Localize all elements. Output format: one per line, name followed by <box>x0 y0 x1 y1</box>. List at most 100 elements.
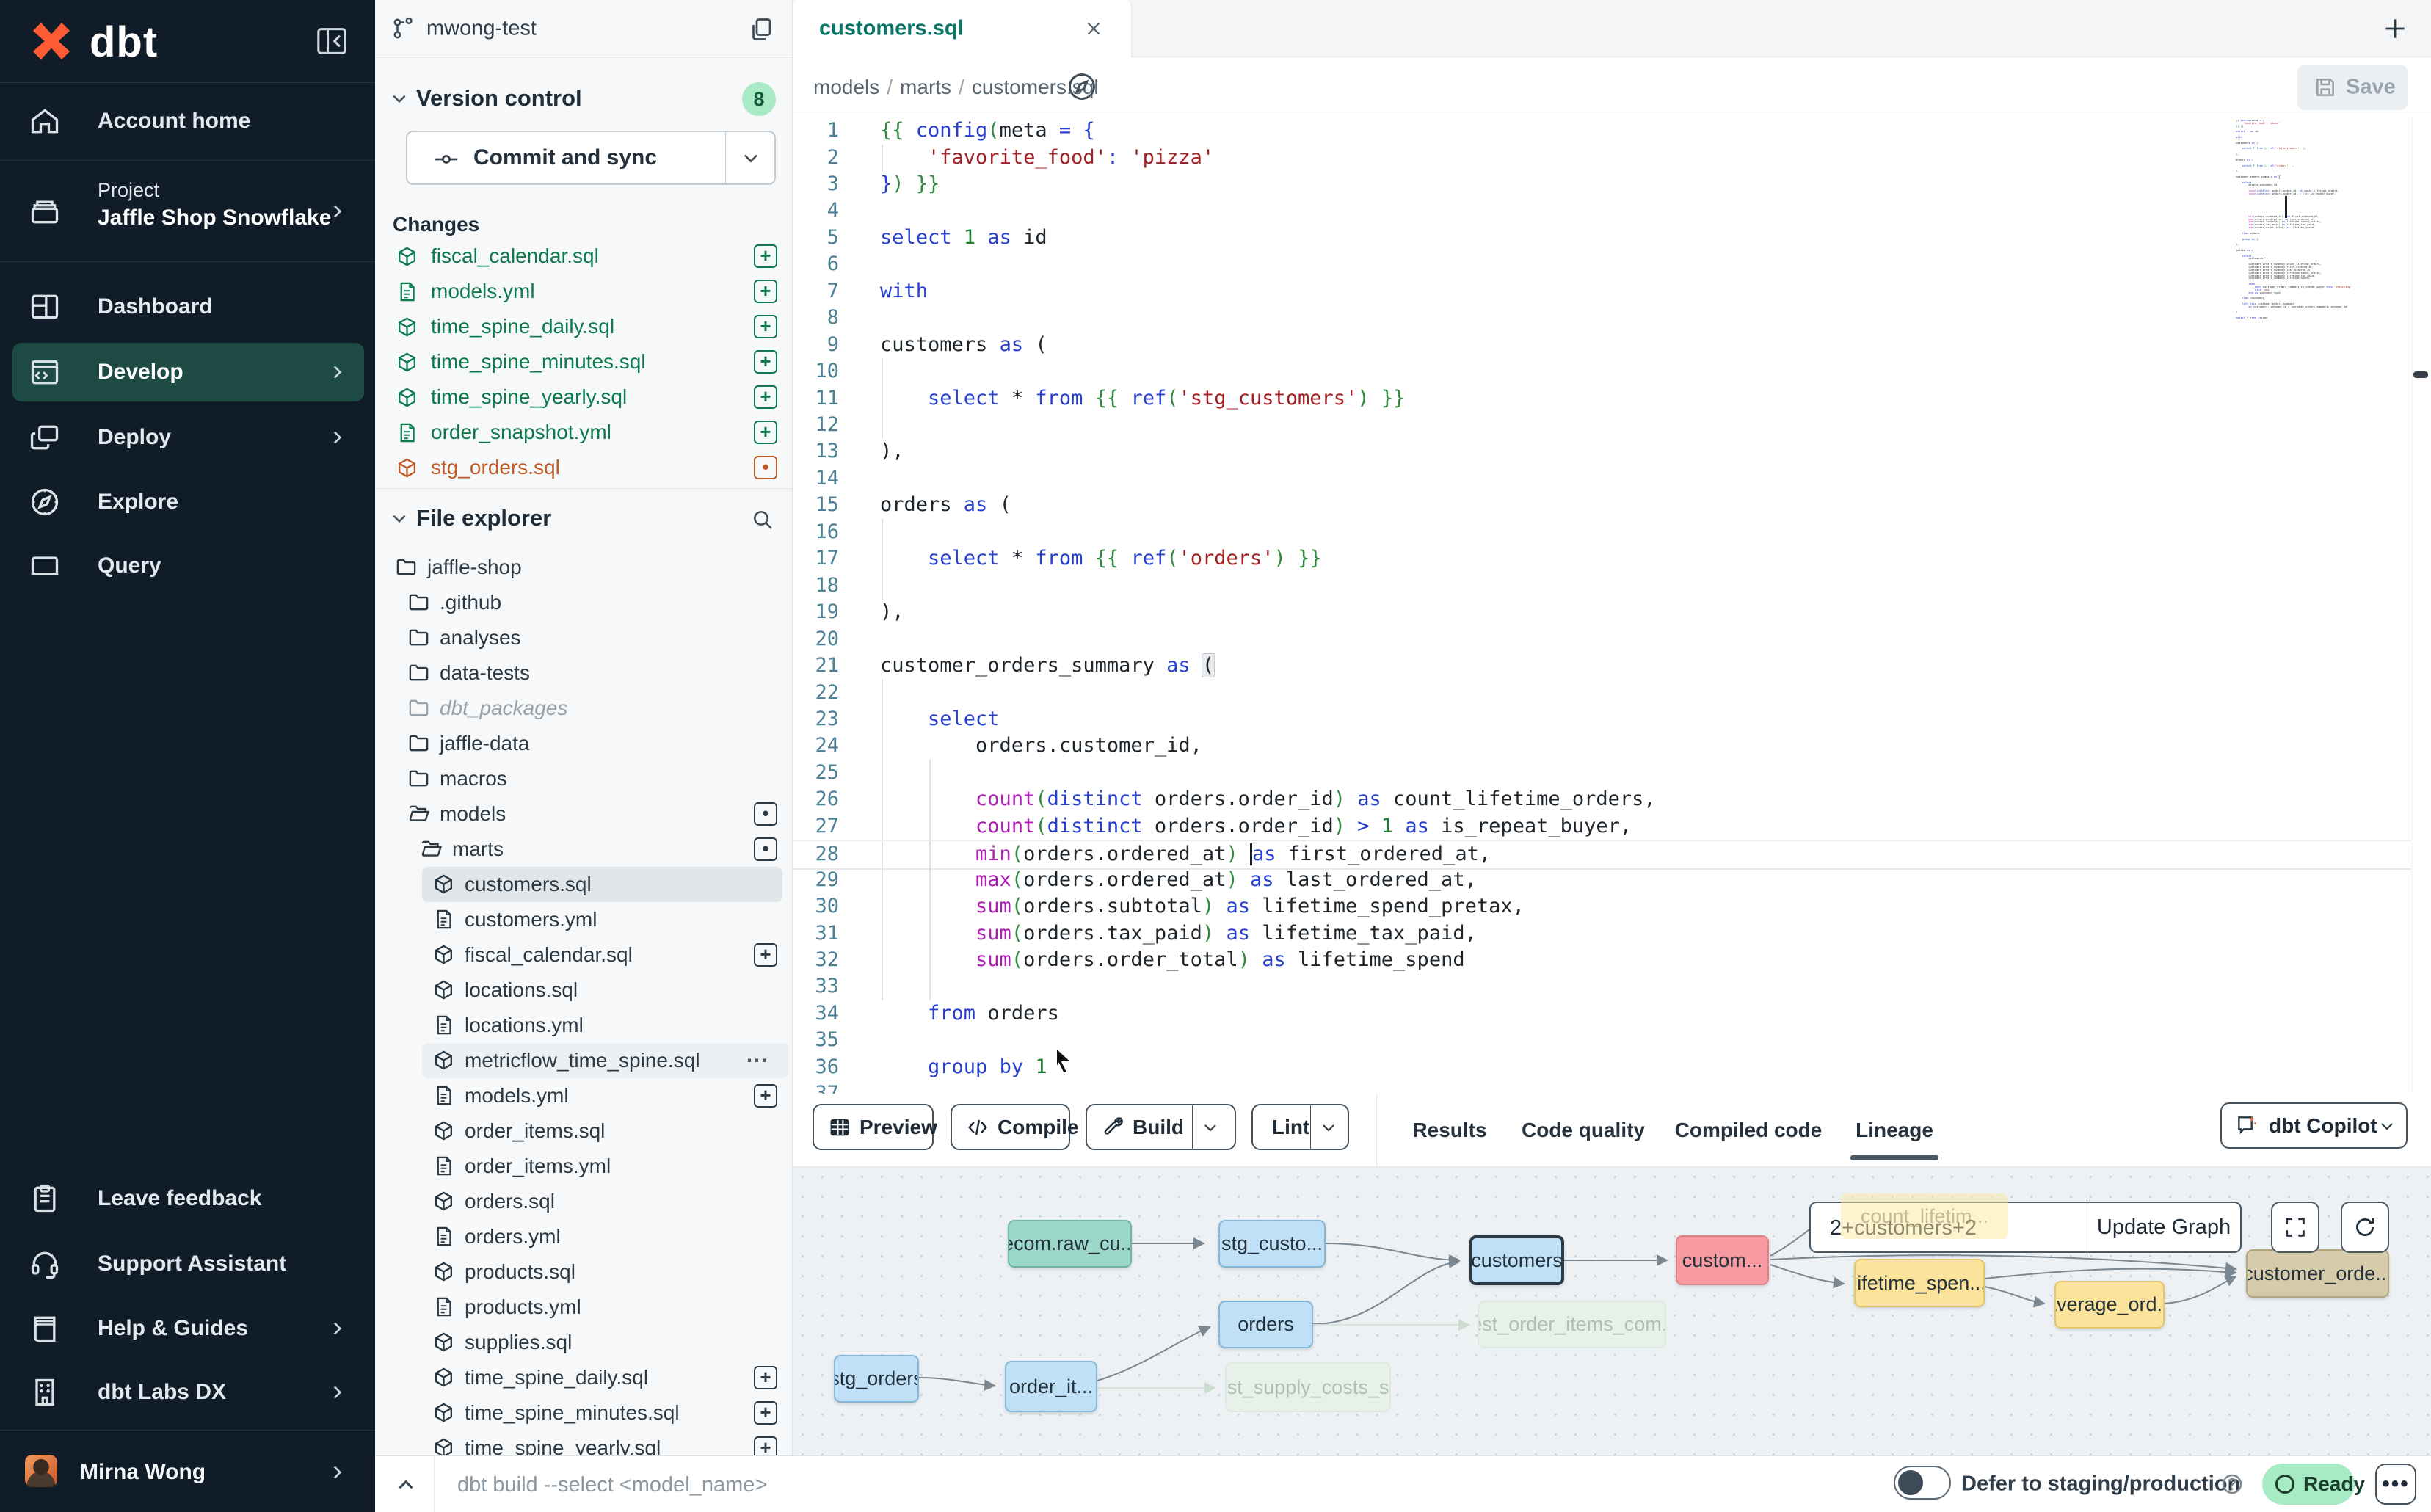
stage-file-button[interactable]: + <box>754 943 777 967</box>
code-line-8[interactable]: 8 <box>793 305 2411 332</box>
code-line-31[interactable]: 31 sum(orders.tax_paid) as lifetime_tax_… <box>793 920 2411 948</box>
change-row[interactable]: stg_orders.sql• <box>375 450 793 485</box>
sidebar-item-dbt-labs-dx[interactable]: dbt Labs DX <box>12 1363 364 1422</box>
search-icon[interactable] <box>751 508 774 531</box>
tree-item-jaffle-data[interactable]: jaffle-data <box>375 726 793 761</box>
sidebar-item-help-guides[interactable]: Help & Guides <box>12 1299 364 1358</box>
lineage-node-orders[interactable]: orders <box>1218 1301 1313 1348</box>
code-line-24[interactable]: 24 orders.customer_id, <box>793 733 2411 760</box>
tree-item-time-spine-yearly-sql[interactable]: time_spine_yearly.sql+ <box>375 1431 793 1455</box>
lineage-node-stg-custo-[interactable]: stg_custo... <box>1218 1220 1326 1268</box>
row-menu-icon[interactable]: ⋯ <box>746 1048 770 1074</box>
sidebar-item-project[interactable]: ProjectJaffle Shop Snowflake <box>12 167 364 255</box>
sidebar-item-develop[interactable]: Develop <box>12 343 364 401</box>
tree-item-marts[interactable]: marts• <box>375 832 793 867</box>
editor-minimap[interactable]: {{ config(meta = { 'favorite_food': 'piz… <box>2236 120 2409 377</box>
tree-item-time-spine-daily-sql[interactable]: time_spine_daily.sql+ <box>375 1360 793 1395</box>
sidebar-item-explore[interactable]: Explore <box>12 473 364 531</box>
code-line-32[interactable]: 32 sum(orders.order_total) as lifetime_s… <box>793 947 2411 974</box>
stage-file-button[interactable]: + <box>754 385 777 409</box>
tree-item-orders-yml[interactable]: orders.yml <box>375 1219 793 1254</box>
code-line-23[interactable]: 23 select <box>793 706 2411 733</box>
code-line-27[interactable]: 27 count(distinct orders.order_id) > 1 a… <box>793 813 2411 840</box>
command-input[interactable] <box>456 1456 1707 1512</box>
sidebar-item-leave-feedback[interactable]: Leave feedback <box>12 1169 364 1228</box>
tab-customers-sql[interactable]: customers.sql <box>793 0 1132 57</box>
lineage-node-test-supply-costs-s-[interactable]: test_supply_costs_s... <box>1225 1362 1391 1412</box>
sidebar-item-query[interactable]: Query <box>12 537 364 595</box>
sidebar-item-dashboard[interactable]: Dashboard <box>12 277 364 336</box>
code-line-20[interactable]: 20 <box>793 626 2411 653</box>
sidebar-collapse-icon[interactable] <box>316 26 348 56</box>
sidebar-item-deploy[interactable]: Deploy <box>12 408 364 467</box>
tree-item-macros[interactable]: macros <box>375 761 793 796</box>
refresh-button[interactable] <box>2341 1202 2389 1253</box>
lint-button[interactable]: Lint <box>1251 1104 1349 1150</box>
tree-item-data-tests[interactable]: data-tests <box>375 655 793 691</box>
scrollbar-thumb[interactable] <box>2413 371 2428 378</box>
code-line-13[interactable]: 13), <box>793 438 2411 465</box>
fullscreen-button[interactable] <box>2271 1202 2319 1253</box>
lineage-canvas[interactable]: ecom.raw_cu...stg_custo...customerscusto… <box>793 1167 2431 1455</box>
new-tab-button[interactable] <box>2381 15 2409 43</box>
code-line-15[interactable]: 15orders as ( <box>793 492 2411 519</box>
tree-item-order-items-sql[interactable]: order_items.sql <box>375 1113 793 1149</box>
breadcrumb-segment[interactable]: marts <box>900 76 951 98</box>
code-line-5[interactable]: 5select 1 as id <box>793 225 2411 252</box>
save-button[interactable]: Save <box>2297 65 2408 110</box>
sidebar-item-support-assistant[interactable]: Support Assistant <box>12 1235 364 1293</box>
tree-item-customers-yml[interactable]: customers.yml <box>375 902 793 937</box>
code-line-2[interactable]: 2 'favorite_food': 'pizza' <box>793 145 2411 172</box>
stage-file-button[interactable]: + <box>754 421 777 444</box>
code-line-7[interactable]: 7with <box>793 278 2411 305</box>
code-line-10[interactable]: 10 <box>793 358 2411 385</box>
tab-lineage[interactable]: Lineage <box>1856 1119 1933 1142</box>
code-line-9[interactable]: 9customers as ( <box>793 332 2411 359</box>
stage-file-button[interactable]: • <box>754 837 777 861</box>
code-line-3[interactable]: 3}) }} <box>793 171 2411 198</box>
tree-item-products-sql[interactable]: products.sql <box>375 1254 793 1290</box>
stage-file-button[interactable]: + <box>754 1366 777 1389</box>
code-line-11[interactable]: 11 select * from {{ ref('stg_customers')… <box>793 385 2411 412</box>
tab-code-quality[interactable]: Code quality <box>1522 1119 1645 1142</box>
preview-button[interactable]: Preview <box>813 1104 934 1150</box>
tab-compiled-code[interactable]: Compiled code <box>1675 1119 1823 1142</box>
lineage-node-stg-orders[interactable]: stg_orders <box>834 1355 919 1403</box>
tab-results[interactable]: Results <box>1412 1119 1486 1142</box>
code-line-22[interactable]: 22 <box>793 680 2411 707</box>
sidebar-item-account-home[interactable]: Account home <box>12 92 364 150</box>
chevron-down-icon[interactable] <box>1320 1119 1337 1136</box>
branch-name[interactable]: mwong-test <box>426 17 537 41</box>
file-lineage-icon[interactable] <box>1066 70 1098 103</box>
code-line-1[interactable]: 1{{ config(meta = { <box>793 117 2411 145</box>
code-line-14[interactable]: 14 <box>793 465 2411 493</box>
tree-item-locations-sql[interactable]: locations.sql <box>375 973 793 1008</box>
defer-toggle[interactable] <box>1894 1466 1951 1500</box>
tree-item-supplies-sql[interactable]: supplies.sql <box>375 1325 793 1360</box>
code-line-19[interactable]: 19), <box>793 599 2411 626</box>
lineage-selector-input[interactable] <box>1828 1203 2074 1253</box>
change-row[interactable]: time_spine_yearly.sql+ <box>375 379 793 415</box>
code-line-34[interactable]: 34 from orders <box>793 1000 2411 1028</box>
stage-file-button[interactable]: + <box>754 244 777 268</box>
code-line-36[interactable]: 36 group by 1 <box>793 1054 2411 1081</box>
breadcrumb-segment[interactable]: models <box>813 76 879 98</box>
stage-file-button[interactable]: • <box>754 456 777 479</box>
lineage-node-order-it-[interactable]: order_it... <box>1005 1361 1097 1412</box>
code-line-29[interactable]: 29 max(orders.ordered_at) as last_ordere… <box>793 867 2411 894</box>
code-line-35[interactable]: 35 <box>793 1027 2411 1054</box>
tree-item-analyses[interactable]: analyses <box>375 620 793 655</box>
close-icon[interactable] <box>1083 18 1105 40</box>
tree-item-orders-sql[interactable]: orders.sql <box>375 1184 793 1219</box>
lineage-node-average-ord-[interactable]: average_ord... <box>2054 1281 2165 1329</box>
stage-file-button[interactable]: + <box>754 280 777 303</box>
version-control-header[interactable]: Version control 8 <box>375 72 793 125</box>
status-badge[interactable]: Ready <box>2262 1464 2355 1505</box>
tree-item-models-yml[interactable]: models.yml+ <box>375 1078 793 1113</box>
lineage-node-test-order-items-com-[interactable]: test_order_items_com... <box>1478 1301 1666 1348</box>
change-row[interactable]: order_snapshot.yml+ <box>375 415 793 450</box>
change-row[interactable]: models.yml+ <box>375 274 793 309</box>
chevron-down-icon[interactable] <box>1202 1119 1219 1136</box>
file-explorer-header[interactable]: File explorer <box>375 492 793 545</box>
lineage-node-customers[interactable]: customers <box>1469 1235 1564 1285</box>
